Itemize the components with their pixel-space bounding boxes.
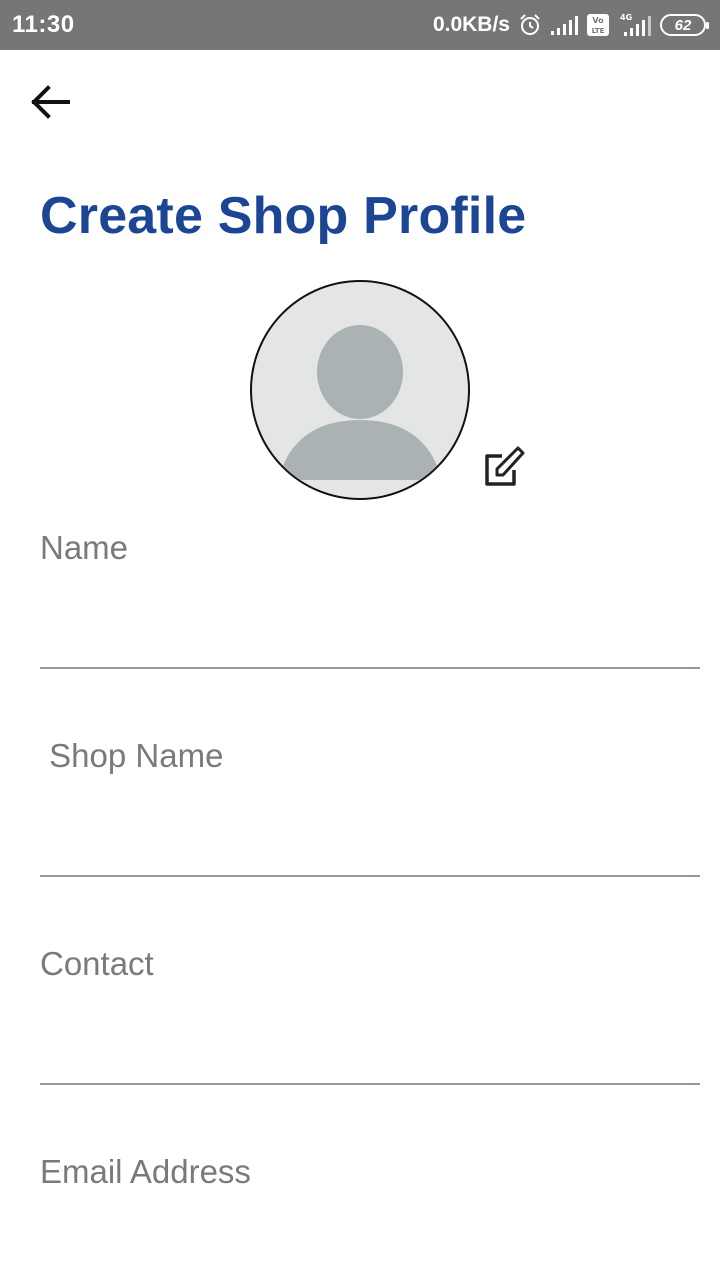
- alarm-icon: [518, 13, 542, 37]
- contact-field[interactable]: Contact: [40, 944, 700, 1086]
- name-underline: [40, 667, 700, 669]
- email-input[interactable]: [40, 1224, 700, 1274]
- edit-avatar-button[interactable]: [480, 444, 528, 492]
- page-title: Create Shop Profile: [40, 187, 527, 245]
- name-label: Name: [40, 529, 129, 566]
- arrow-left-icon: [31, 85, 70, 119]
- name-field[interactable]: Name: [40, 528, 700, 670]
- edit-square-icon: [485, 446, 525, 486]
- shop-name-underline: [40, 875, 700, 877]
- svg-text:LTE: LTE: [592, 27, 605, 35]
- signal-icon: [550, 14, 578, 36]
- person-placeholder-icon: [278, 325, 442, 480]
- shop-name-label: Shop Name: [40, 737, 224, 774]
- email-field[interactable]: Email Address: [40, 1152, 700, 1280]
- back-button[interactable]: [26, 78, 74, 126]
- name-input[interactable]: [40, 612, 700, 662]
- volte-icon: Vo LTE: [586, 13, 610, 37]
- battery-level: 62: [674, 16, 692, 34]
- status-time: 11:30: [12, 11, 75, 38]
- battery-icon: 62: [660, 14, 709, 36]
- signal-4g-icon: 4G: [618, 12, 652, 38]
- status-icons: 0.0KB/s Vo LTE 4G 62: [432, 12, 709, 38]
- email-label: Email Address: [40, 1153, 251, 1190]
- network-speed: 0.0KB/s: [432, 13, 510, 36]
- svg-text:Vo: Vo: [592, 16, 604, 25]
- contact-input[interactable]: [40, 1028, 700, 1078]
- shop-name-input[interactable]: [40, 820, 700, 870]
- contact-underline: [40, 1083, 700, 1085]
- contact-label: Contact: [40, 945, 154, 982]
- profile-avatar[interactable]: [250, 280, 470, 500]
- shop-name-field[interactable]: Shop Name: [40, 736, 700, 878]
- status-bar: 11:30 0.0KB/s Vo LTE 4G 62: [0, 0, 720, 50]
- lte-label: 4G: [620, 13, 632, 22]
